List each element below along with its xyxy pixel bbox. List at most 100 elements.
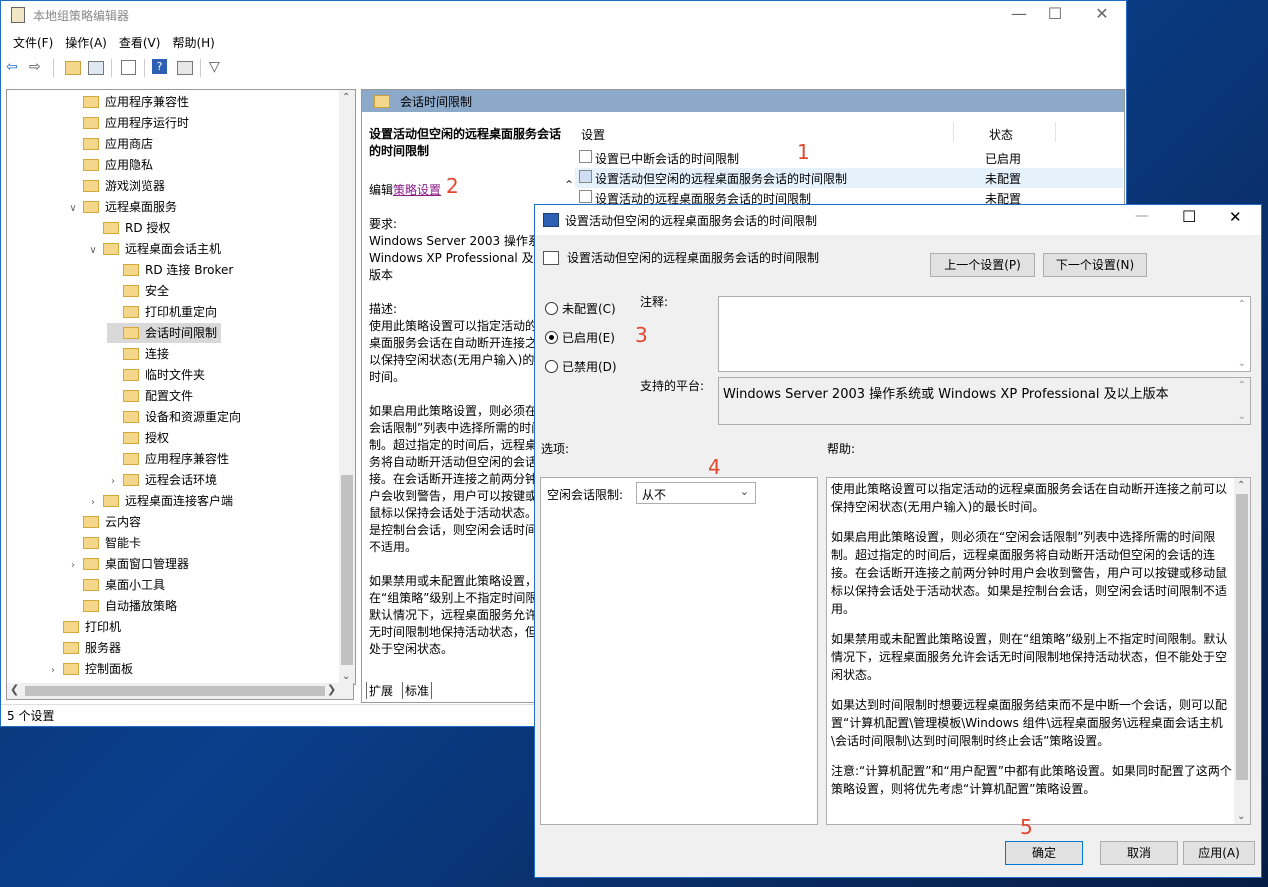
settings-row[interactable]: 设置已中断会话的时间限制 已启用 [575, 148, 1123, 168]
scroll-down-icon[interactable]: ⌄ [342, 671, 350, 682]
tree-item[interactable]: 会话时间限制 [107, 323, 222, 343]
tree-item[interactable]: 配置文件 [107, 386, 193, 406]
cancel-button[interactable]: 取消 [1100, 841, 1178, 865]
tree-item[interactable]: › 远程桌面连接客户端 [87, 491, 233, 511]
column-header-setting[interactable]: 设置 [581, 126, 605, 143]
dialog-title-bar[interactable]: 设置活动但空闲的远程桌面服务会话的时间限制 — ☐ ✕ [535, 205, 1261, 235]
tree-item[interactable]: 打印机 [47, 617, 121, 637]
tree-item[interactable]: 服务器 [47, 638, 121, 658]
previous-setting-button[interactable]: 上一个设置(P) [930, 253, 1035, 277]
folder-icon [123, 347, 139, 360]
tree-item[interactable]: 应用商店 [67, 134, 153, 154]
up-folder-icon[interactable] [65, 61, 81, 75]
scroll-down-icon[interactable]: ⌄ [1238, 411, 1246, 422]
tree-item[interactable]: 自动播放策略 [67, 596, 177, 616]
next-setting-button[interactable]: 下一个设置(N) [1043, 253, 1147, 277]
scroll-down-icon[interactable]: ⌄ [1238, 358, 1246, 369]
tree-item[interactable]: 桌面小工具 [67, 575, 165, 595]
radio-enabled[interactable]: 已启用(E) [545, 329, 615, 346]
scroll-up-icon[interactable]: ⌃ [1237, 480, 1245, 491]
help-scrollbar[interactable]: ⌃ ⌄ [1234, 478, 1250, 824]
scroll-left-icon[interactable]: ❮ [10, 683, 19, 696]
folder-icon [63, 641, 79, 654]
chevron-down-icon[interactable]: ∨ [87, 241, 99, 261]
folder-icon [123, 473, 139, 486]
tree-item[interactable]: 授权 [107, 428, 169, 448]
tree-item[interactable]: 游戏浏览器 [67, 176, 165, 196]
scroll-up-icon[interactable]: ⌃ [1238, 299, 1246, 310]
tree-item[interactable]: 智能卡 [67, 533, 141, 553]
tree-item[interactable]: 应用程序运行时 [67, 113, 189, 133]
toolbar: ⇦ ⇨ ? ▽ [1, 56, 1126, 81]
menu-help[interactable]: 帮助(H) [166, 31, 220, 54]
menu-file[interactable]: 文件(F) [7, 31, 59, 54]
menu-action[interactable]: 操作(A) [59, 31, 113, 54]
settings-row[interactable]: 设置活动但空闲的远程桌面服务会话的时间限制 未配置 [575, 168, 1123, 188]
scroll-right-icon[interactable]: ❯ [327, 683, 336, 696]
menu-view[interactable]: 查看(V) [113, 31, 167, 54]
annotation-5: 5 [1020, 815, 1033, 839]
chevron-right-icon[interactable]: › [67, 556, 79, 576]
tree-item[interactable]: › 桌面窗口管理器 [67, 554, 189, 574]
tree-item[interactable]: ∨ 远程桌面服务 [67, 197, 177, 217]
chevron-right-icon[interactable]: › [107, 472, 119, 492]
scroll-up-icon[interactable]: ⌃ [342, 92, 350, 103]
tree-item[interactable]: ∨ 远程桌面会话主机 [87, 239, 221, 259]
forward-arrow-icon[interactable]: ⇨ [29, 59, 45, 75]
help-scroll-thumb[interactable] [1236, 494, 1248, 780]
dialog-close-button[interactable]: ✕ [1229, 208, 1242, 226]
title-bar[interactable]: 本地组策略编辑器 — ☐ ✕ [1, 1, 1126, 29]
show-tree-icon[interactable] [88, 61, 104, 75]
export-list-icon[interactable] [121, 60, 136, 75]
tree-item[interactable]: 应用程序兼容性 [107, 449, 229, 469]
radio-disabled[interactable]: 已禁用(D) [545, 358, 617, 375]
column-header-state[interactable]: 状态 [989, 126, 1013, 143]
tree-item[interactable]: 应用隐私 [67, 155, 153, 175]
scroll-up-icon[interactable]: ⌃ [1238, 380, 1246, 391]
tree-item[interactable]: 临时文件夹 [107, 365, 205, 385]
tab-extended[interactable]: 扩展 [366, 682, 395, 699]
platform-label: 支持的平台: [640, 379, 705, 393]
ok-button[interactable]: 确定 [1005, 841, 1083, 865]
maximize-button[interactable]: ☐ [1032, 3, 1078, 27]
tree-scroll-thumb[interactable] [341, 475, 353, 665]
chevron-down-icon[interactable]: ∨ [67, 199, 79, 219]
tree-item[interactable]: 安全 [107, 281, 169, 301]
tree-item-label: 打印机 [85, 620, 122, 634]
chevron-right-icon[interactable]: › [47, 661, 59, 681]
tree-item[interactable]: › 控制面板 [47, 659, 133, 679]
annotation-4: 4 [708, 455, 721, 479]
dialog-minimize-button[interactable]: — [1135, 208, 1149, 224]
back-arrow-icon[interactable]: ⇦ [6, 59, 22, 75]
tree-item[interactable]: › 远程会话环境 [107, 470, 217, 490]
tree-item[interactable]: 连接 [107, 344, 169, 364]
tab-standard[interactable]: 标准 [402, 682, 433, 699]
tree-item[interactable]: 云内容 [67, 512, 141, 532]
scroll-down-icon[interactable]: ⌄ [1237, 811, 1245, 822]
filter-icon[interactable]: ▽ [209, 59, 225, 75]
folder-icon [63, 620, 79, 633]
edit-policy-link[interactable]: 策略设置 [393, 183, 441, 197]
tree-hscroll-thumb[interactable] [25, 686, 325, 696]
help-icon[interactable]: ? [152, 59, 167, 74]
properties-icon[interactable] [177, 61, 193, 75]
radio-not-configured[interactable]: 未配置(C) [545, 300, 616, 317]
comment-textarea[interactable]: ⌃ ⌄ [718, 296, 1251, 372]
tree-item[interactable]: RD 连接 Broker [107, 260, 233, 280]
tree-item[interactable]: 设备和资源重定向 [107, 407, 241, 427]
folder-icon [83, 116, 99, 129]
help-panel: 使用此策略设置可以指定活动的远程桌面服务会话在自动断开连接之前可以保持空闲状态(… [826, 477, 1251, 825]
close-button[interactable]: ✕ [1079, 3, 1125, 27]
tree-item-label: 应用程序运行时 [105, 116, 190, 130]
tree-vertical-scrollbar[interactable]: ⌃ ⌄ [339, 90, 355, 684]
dialog-maximize-button[interactable]: ☐ [1182, 207, 1196, 226]
idle-limit-select[interactable]: 从不 ⌄ [636, 482, 756, 504]
tree-horizontal-scrollbar[interactable]: ❮ ❯ [6, 683, 354, 700]
chevron-right-icon[interactable]: › [87, 493, 99, 513]
tree-item[interactable]: RD 授权 [87, 218, 170, 238]
scroll-up-icon[interactable]: ⌃ [564, 178, 578, 194]
tree-item[interactable]: 打印机重定向 [107, 302, 217, 322]
tree-item-label: 配置文件 [145, 389, 194, 403]
tree-item[interactable]: 应用程序兼容性 [67, 92, 189, 112]
apply-button[interactable]: 应用(A) [1183, 841, 1255, 865]
